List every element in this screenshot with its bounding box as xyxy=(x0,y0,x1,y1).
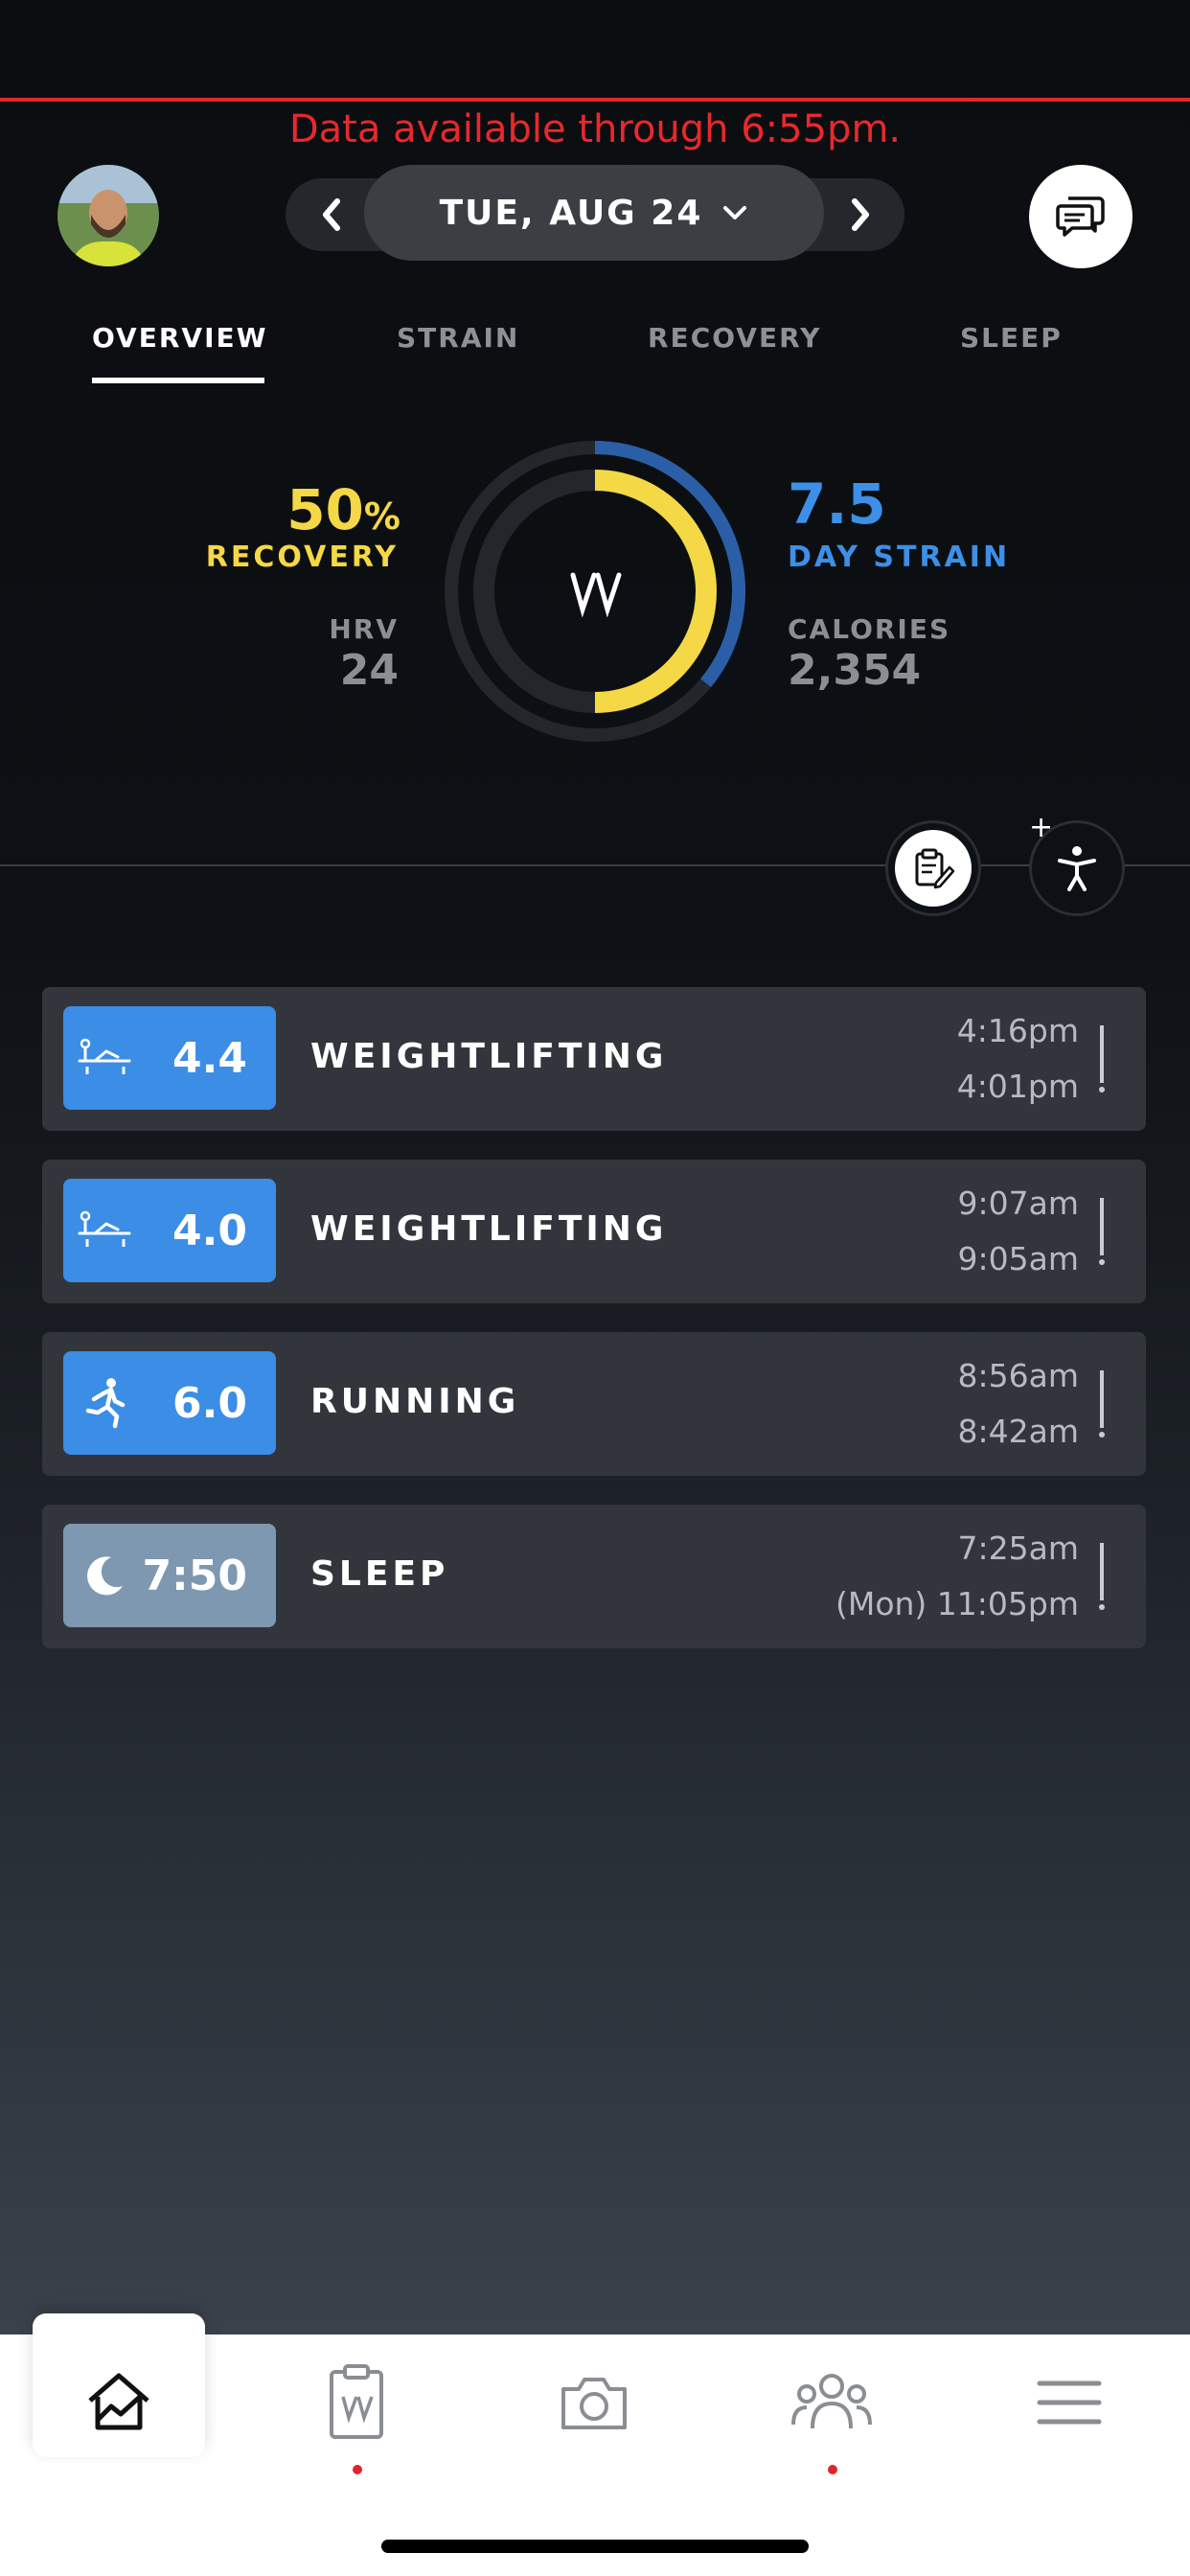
activity-end-time: 9:07am xyxy=(957,1184,1079,1222)
weightlifting-icon xyxy=(63,1034,149,1082)
hrv-label: HRV xyxy=(329,613,399,645)
sleep-duration: 7:50 xyxy=(142,1551,247,1600)
nav-journal[interactable] xyxy=(270,2338,443,2467)
moon-icon xyxy=(63,1552,143,1599)
tab-overview[interactable]: OVERVIEW xyxy=(92,322,268,354)
camera-icon xyxy=(561,2378,627,2429)
timeline-marker xyxy=(1099,1543,1105,1610)
active-tab-indicator xyxy=(92,378,264,383)
community-icon xyxy=(791,2374,872,2429)
activity-start-time: 9:05am xyxy=(957,1240,1079,1277)
recovery-label: RECOVERY xyxy=(205,540,399,574)
date-label: TUE, AUG 24 xyxy=(439,193,703,233)
calories-value: 2,354 xyxy=(788,646,922,695)
activity-card[interactable]: 6.0 RUNNING 8:56am 8:42am xyxy=(42,1332,1146,1476)
activity-start-time: 8:42am xyxy=(957,1413,1079,1450)
activity-name: RUNNING xyxy=(310,1382,520,1421)
activity-strain-badge: 4.0 xyxy=(63,1179,276,1282)
date-selector-button[interactable]: TUE, AUG 24 xyxy=(364,165,824,261)
community-notification-dot xyxy=(828,2465,837,2474)
activity-end-time: 4:16pm xyxy=(956,1012,1079,1049)
activity-score: 4.0 xyxy=(172,1206,247,1255)
timeline-marker xyxy=(1099,1198,1105,1265)
activity-end-time: 8:56am xyxy=(957,1357,1079,1394)
status-divider-line xyxy=(0,98,1190,102)
sleep-duration-badge: 7:50 xyxy=(63,1524,276,1627)
activity-strain-badge: 4.4 xyxy=(63,1006,276,1110)
tab-strain[interactable]: STRAIN xyxy=(397,322,519,354)
calories-label: CALORIES xyxy=(788,613,951,645)
activity-score: 6.0 xyxy=(172,1378,247,1428)
recovery-score: 50% xyxy=(286,477,400,542)
chevron-down-icon xyxy=(723,206,747,219)
strain-recovery-ring[interactable] xyxy=(443,439,747,744)
activity-strain-badge: 6.0 xyxy=(63,1351,276,1455)
whoop-logo-icon xyxy=(570,572,622,618)
avatar[interactable] xyxy=(57,165,159,266)
previous-day-button[interactable] xyxy=(303,188,360,242)
activity-card[interactable]: 4.4 WEIGHTLIFTING 4:16pm 4:01pm xyxy=(42,987,1146,1131)
person-icon xyxy=(1058,846,1096,891)
data-availability-banner: Data available through 6:55pm. xyxy=(288,107,902,151)
sleep-card[interactable]: 7:50 SLEEP 7:25am (Mon) 11:05pm xyxy=(42,1505,1146,1648)
nav-camera[interactable] xyxy=(508,2338,680,2467)
day-strain-score: 7.5 xyxy=(788,472,886,537)
timeline-marker xyxy=(1099,1370,1105,1438)
timeline-marker xyxy=(1099,1025,1105,1092)
messages-button[interactable] xyxy=(1029,165,1133,268)
nav-home[interactable] xyxy=(33,2338,205,2467)
journal-button[interactable] xyxy=(885,820,981,916)
hrv-value: 24 xyxy=(339,646,399,695)
activity-start-time: 4:01pm xyxy=(956,1068,1079,1105)
activity-name: WEIGHTLIFTING xyxy=(310,1209,668,1249)
clipboard-edit-icon xyxy=(915,848,955,889)
activity-score: 4.4 xyxy=(172,1033,247,1083)
weightlifting-icon xyxy=(63,1207,149,1254)
activity-name: WEIGHTLIFTING xyxy=(310,1037,668,1076)
nav-community[interactable] xyxy=(745,2338,918,2467)
home-indicator xyxy=(381,2540,809,2553)
journal-clipboard-icon xyxy=(330,2364,383,2439)
chevron-left-icon xyxy=(323,198,340,231)
nav-menu[interactable] xyxy=(983,2338,1156,2467)
tab-recovery[interactable]: RECOVERY xyxy=(648,322,821,354)
activity-start-time: (Mon) 11:05pm xyxy=(835,1585,1079,1622)
journal-notification-dot xyxy=(353,2465,362,2474)
activity-card[interactable]: 4.0 WEIGHTLIFTING 9:07am 9:05am xyxy=(42,1160,1146,1303)
chat-bubbles-icon xyxy=(1056,196,1105,237)
plus-icon: + xyxy=(1029,811,1054,844)
tab-sleep[interactable]: SLEEP xyxy=(960,322,1063,354)
running-icon xyxy=(63,1376,149,1430)
home-chart-icon xyxy=(88,2373,149,2430)
next-day-button[interactable] xyxy=(832,188,889,242)
activity-name: SLEEP xyxy=(310,1554,449,1594)
menu-icon xyxy=(1037,2380,1102,2425)
day-strain-label: DAY STRAIN xyxy=(788,540,1011,574)
chevron-right-icon xyxy=(852,198,869,231)
activity-end-time: 7:25am xyxy=(957,1530,1079,1567)
section-divider xyxy=(0,864,1190,866)
